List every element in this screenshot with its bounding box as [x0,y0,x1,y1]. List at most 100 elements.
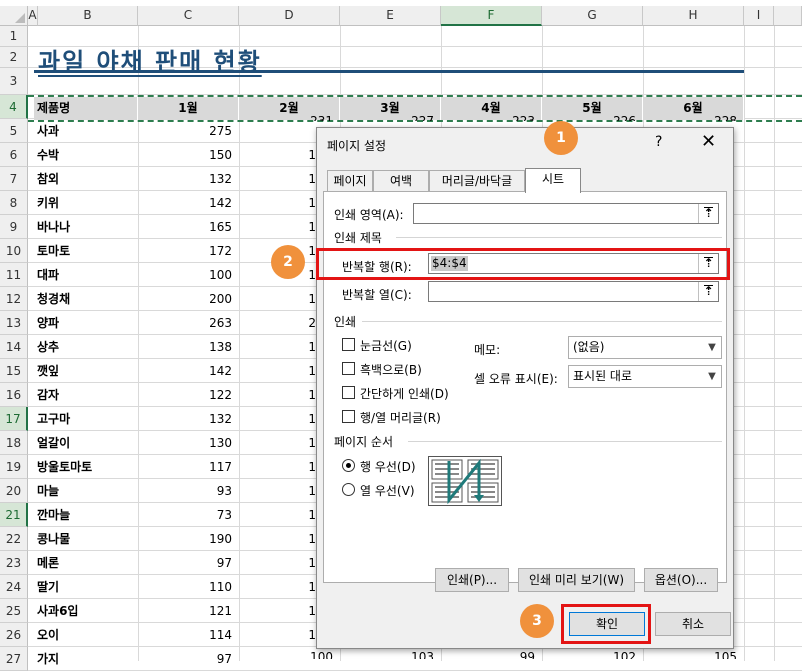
feb-clipped-cell[interactable]: 1 [239,287,316,311]
row-header-12[interactable]: 12 [0,287,28,311]
row5-clipped-cell[interactable]: 226 [542,109,642,121]
row-header-9[interactable]: 9 [0,215,28,239]
jan-cell[interactable]: 165 [138,215,238,239]
column-header-c[interactable]: C [138,6,239,26]
feb-clipped-cell[interactable]: 1 [239,335,316,359]
over-then-down-label[interactable]: 열 우선(V) [360,482,415,499]
column-header-blank[interactable] [774,6,802,26]
row-header-22[interactable]: 22 [0,527,28,551]
row-header-13[interactable]: 13 [0,311,28,335]
product-cell[interactable]: 청경채 [34,287,136,311]
jan-cell[interactable]: 275 [138,119,238,143]
jan-cell[interactable]: 100 [138,263,238,287]
tab-header-footer[interactable]: 머리글/바닥글 [429,170,525,192]
help-button[interactable]: ? [655,134,662,150]
select-all-corner[interactable] [0,6,28,26]
product-cell[interactable]: 마늘 [34,479,136,503]
feb-clipped-cell[interactable]: 1 [239,599,316,623]
jan-cell[interactable]: 142 [138,191,238,215]
row-header-17[interactable]: 17 [0,407,28,431]
row-header-20[interactable]: 20 [0,479,28,503]
comments-select[interactable]: (없음) ▼ [568,336,722,359]
row-header-8[interactable]: 8 [0,191,28,215]
row-header-3[interactable]: 3 [0,68,28,95]
product-cell[interactable]: 얼갈이 [34,431,136,455]
feb-clipped-cell[interactable]: 1 [239,431,316,455]
row5-clipped-cell[interactable]: 228 [643,109,743,121]
feb-clipped-cell[interactable]: 1 [239,215,316,239]
product-cell[interactable]: 토마토 [34,239,136,263]
jan-cell[interactable]: 172 [138,239,238,263]
row-header-14[interactable]: 14 [0,335,28,359]
feb-clipped-cell[interactable]: 1 [239,551,316,575]
product-cell[interactable]: 바나나 [34,215,136,239]
column-header-g[interactable]: G [542,6,643,26]
row5-clipped-cell[interactable]: 231 [239,109,339,121]
jan-cell[interactable]: 200 [138,287,238,311]
row-header-19[interactable]: 19 [0,455,28,479]
row-header-10[interactable]: 10 [0,239,28,263]
row-header-24[interactable]: 24 [0,575,28,599]
draft-quality-label[interactable]: 간단하게 인쇄(D) [360,385,449,402]
feb-clipped-cell[interactable]: 1 [239,191,316,215]
jan-cell[interactable]: 114 [138,623,238,647]
row-header-4[interactable]: 4 [0,95,28,119]
gridlines-checkbox[interactable] [342,338,355,351]
product-cell[interactable]: 콩나물 [34,527,136,551]
column-header-d[interactable]: D [239,6,340,26]
row5-clipped-cell[interactable]: 227 [340,109,440,121]
column-header-i[interactable]: I [744,6,774,26]
tab-margins[interactable]: 여백 [373,170,429,192]
header-jan[interactable]: 1월 [138,97,239,120]
tab-page[interactable]: 페이지 [327,170,373,192]
row-header-27[interactable]: 27 [0,647,28,671]
down-then-over-label[interactable]: 행 우선(D) [360,458,416,475]
cell-errors-select[interactable]: 표시된 대로 ▼ [568,365,722,388]
row-header-16[interactable]: 16 [0,383,28,407]
row-col-headings-checkbox[interactable] [342,410,355,423]
print-area-input[interactable]: ⇡ [413,203,719,224]
collapse-cols-icon[interactable]: ⇡ [698,282,718,301]
jan-cell[interactable]: 117 [138,455,238,479]
close-icon[interactable]: ✕ [701,131,716,152]
product-cell[interactable]: 가지 [34,647,136,671]
product-cell[interactable]: 감자 [34,383,136,407]
row-header-21[interactable]: 21 [0,503,28,527]
jan-cell[interactable]: 97 [138,647,238,671]
tab-sheet[interactable]: 시트 [525,168,581,193]
print-preview-button[interactable]: 인쇄 미리 보기(W) [518,568,635,592]
over-then-down-radio[interactable] [342,483,355,496]
row-header-7[interactable]: 7 [0,167,28,191]
product-cell[interactable]: 방울토마토 [34,455,136,479]
product-cell[interactable]: 깻잎 [34,359,136,383]
feb-clipped-cell[interactable]: 1 [239,167,316,191]
column-header-e[interactable]: E [340,6,441,26]
jan-cell[interactable]: 132 [138,407,238,431]
product-cell[interactable]: 사과 [34,119,136,143]
cols-to-repeat-input[interactable]: ⇡ [428,281,719,302]
row-header-11[interactable]: 11 [0,263,28,287]
print-button[interactable]: 인쇄(P)... [435,568,509,592]
feb-clipped-cell[interactable]: 1 [239,479,316,503]
feb-clipped-cell[interactable]: 1 [239,359,316,383]
column-header-b[interactable]: B [38,6,138,26]
feb-clipped-cell[interactable]: 1 [239,503,316,527]
product-cell[interactable]: 고구마 [34,407,136,431]
column-header-h[interactable]: H [643,6,744,26]
column-header-a[interactable]: A [28,6,38,26]
jan-cell[interactable]: 138 [138,335,238,359]
feb-clipped-cell[interactable]: 2 [239,311,316,335]
row-header-18[interactable]: 18 [0,431,28,455]
jan-cell[interactable]: 93 [138,479,238,503]
product-cell[interactable]: 오이 [34,623,136,647]
feb-clipped-cell[interactable]: 1 [239,407,316,431]
jan-cell[interactable]: 97 [138,551,238,575]
header-product[interactable]: 제품명 [34,97,138,120]
jan-cell[interactable]: 132 [138,167,238,191]
jan-cell[interactable]: 73 [138,503,238,527]
row-header-5[interactable]: 5 [0,119,28,143]
jan-cell[interactable]: 130 [138,431,238,455]
cancel-button[interactable]: 취소 [655,612,731,636]
feb-clipped-cell[interactable]: 1 [239,455,316,479]
jan-cell[interactable]: 110 [138,575,238,599]
